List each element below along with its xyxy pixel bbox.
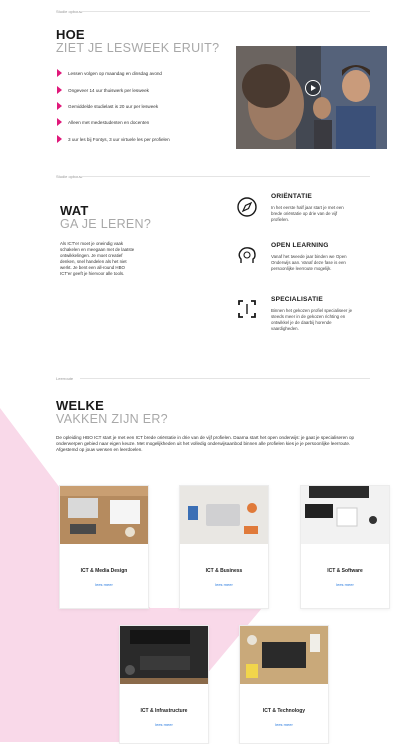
section-heading: HOE [56, 27, 85, 42]
video-player[interactable] [236, 46, 387, 149]
card-title: ICT & Business [205, 568, 243, 574]
card-image [60, 486, 148, 544]
section-label: Leerroute [56, 376, 74, 381]
brain-icon [238, 247, 256, 263]
card-image [240, 626, 328, 684]
course-card[interactable]: ICT & Business lees meer [179, 485, 269, 609]
bullet-item: Gemiddelde studielast is 20 uur per lesw… [57, 102, 158, 110]
section-heading: WELKE [56, 398, 104, 413]
focus-icon [238, 300, 256, 318]
card-title: ICT & Media Design [80, 568, 128, 574]
chevron-right-icon [57, 118, 62, 126]
feature-title: OPEN LEARNING [271, 242, 329, 249]
compass-icon [237, 197, 257, 217]
card-image [180, 486, 268, 544]
card-title: ICT & Infrastructure [140, 708, 188, 714]
bullet-item: 3 uur les bij Fontys, 3 uur virtuele les… [57, 135, 170, 143]
card-link[interactable]: lees meer [180, 582, 268, 587]
section-body: Als ICT'er moet je oneindig vaak schakel… [60, 241, 135, 276]
bullet-item: Lessen volgen op maandag en dinsdag avon… [57, 69, 162, 77]
feature-description: Binnen het gekozen profiel specialiseer … [271, 308, 353, 331]
card-link[interactable]: lees meer [60, 582, 148, 587]
course-card[interactable]: ICT & Technology lees meer [239, 625, 329, 744]
section-subheading: VAKKEN ZIJN ER? [56, 412, 168, 426]
card-image [301, 486, 389, 544]
section-subheading-text: ZIET JE LESWEEK ERUIT? [56, 41, 220, 55]
section-subheading: GA JE LEREN? [60, 217, 152, 231]
course-card[interactable]: ICT & Software lees meer [300, 485, 390, 609]
bullet-item: Alleen met medestudenten en docenten [57, 118, 149, 126]
bullet-item: Ongeveer 14 uur thuiswerk per lesweek [57, 86, 149, 94]
course-card[interactable]: ICT & Infrastructure lees meer [119, 625, 209, 744]
play-icon[interactable] [305, 80, 321, 96]
card-title: ICT & Technology [262, 708, 306, 714]
card-link[interactable]: lees meer [301, 582, 389, 587]
course-card[interactable]: ICT & Media Design lees meer [59, 485, 149, 609]
chevron-right-icon [57, 86, 62, 94]
card-title: ICT & Software [327, 568, 363, 574]
card-link[interactable]: lees meer [240, 722, 328, 727]
section-divider [80, 378, 370, 379]
feature-description: In het eerste half jaar start je met een… [271, 205, 344, 222]
section-heading: WAT [60, 203, 89, 218]
section-label: Studie opbouw [56, 174, 83, 179]
chevron-right-icon [57, 135, 62, 143]
feature-title: SPECIALISATIE [271, 296, 323, 303]
section-intro: De opleiding HBO ICT start je met een IC… [56, 435, 355, 453]
video-thumbnail [236, 46, 387, 149]
card-image [120, 626, 208, 684]
chevron-right-icon [57, 69, 62, 77]
section-label: Studie opbouw [56, 9, 83, 14]
feature-title: ORIËNTATIE [271, 193, 312, 200]
feature-description: Vanaf het tweede jaar binden we Open Ond… [271, 254, 347, 271]
section-divider [80, 176, 370, 177]
card-link[interactable]: lees meer [120, 722, 208, 727]
section-divider [80, 11, 370, 12]
chevron-right-icon [57, 102, 62, 110]
